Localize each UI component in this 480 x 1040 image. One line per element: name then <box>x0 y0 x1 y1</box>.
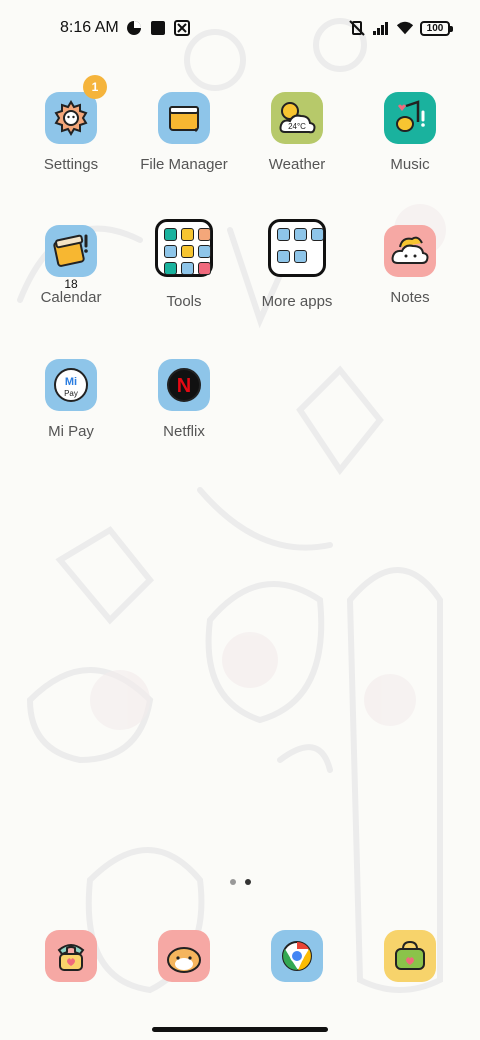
dock-messages[interactable] <box>158 930 210 982</box>
hamster-icon <box>158 930 210 982</box>
mi-pay-icon: Mi Pay <box>45 359 97 411</box>
music-note-icon <box>384 92 436 144</box>
battery-level: 100 <box>426 22 444 34</box>
data-saver-icon <box>125 19 143 37</box>
folder-app-icon <box>164 228 177 241</box>
folder-app-icon <box>198 245 211 258</box>
folder-app-icon <box>164 245 177 258</box>
folder-app-icon <box>198 262 211 275</box>
netflix-logo-text: N <box>177 375 191 397</box>
app-music[interactable]: Music <box>355 92 465 173</box>
app-label: Calendar <box>40 289 102 306</box>
status-bar: 8:16 AM 100 <box>0 0 480 56</box>
app-file-manager[interactable]: File Manager <box>129 92 239 173</box>
folder-label: Tools <box>166 293 202 310</box>
folder-app-icon <box>311 228 324 241</box>
calendar-icon: 18 <box>45 225 97 291</box>
page-dot-active[interactable] <box>244 879 251 885</box>
page-dot[interactable] <box>229 879 236 885</box>
folder-app-icon <box>198 228 211 241</box>
mi-pay-logo-text: Mi <box>65 376 77 388</box>
home-gesture-bar[interactable] <box>152 1027 328 1032</box>
folder-tools-preview <box>155 219 213 277</box>
clock: 8:16 AM <box>60 19 119 36</box>
app-label: Mi Pay <box>48 423 94 440</box>
folder-app-icon <box>277 250 290 263</box>
status-right: 100 <box>348 19 453 37</box>
dock-camera[interactable] <box>384 930 436 982</box>
folder-app-icon <box>181 228 194 241</box>
square-notification-icon <box>149 19 167 37</box>
app-label: Weather <box>268 156 326 173</box>
vibrate-off-icon <box>348 19 366 37</box>
signal-icon <box>372 19 390 37</box>
folder-tools[interactable]: Tools <box>129 219 239 310</box>
folder-more-apps[interactable]: More apps <box>242 219 352 310</box>
folder-app-icon <box>294 250 307 263</box>
folder-app-icon <box>181 245 194 258</box>
weather-temp: 24°C <box>288 122 306 131</box>
gear-icon: 1 <box>45 75 107 144</box>
app-calendar[interactable]: 18 Calendar <box>16 225 126 306</box>
phone-icon <box>45 930 97 982</box>
app-settings[interactable]: 1 Settings <box>16 75 126 173</box>
dock-browser[interactable] <box>271 930 323 982</box>
camera-bag-icon <box>384 930 436 982</box>
folder-app-icon <box>164 262 177 275</box>
app-label: Notes <box>390 289 430 306</box>
app-netflix[interactable]: N Netflix <box>129 359 239 440</box>
wifi-icon <box>396 19 414 37</box>
app-label: Settings <box>43 156 99 173</box>
status-left: 8:16 AM <box>60 19 191 37</box>
shuffle-notification-icon <box>173 19 191 37</box>
sun-cloud-icon: 24°C <box>271 92 323 144</box>
folder-app-icon <box>277 228 290 241</box>
app-mi-pay[interactable]: Mi Pay Mi Pay <box>16 359 126 440</box>
netflix-icon: N <box>158 359 210 411</box>
folder-more-apps-preview <box>268 219 326 277</box>
notification-badge: 1 <box>83 75 107 99</box>
app-label: Netflix <box>163 423 205 440</box>
folder-app-icon <box>294 228 307 241</box>
app-weather[interactable]: 24°C Weather <box>242 92 352 173</box>
app-notes[interactable]: Notes <box>355 225 465 306</box>
app-label: Music <box>390 156 430 173</box>
folder-app-icon <box>181 262 194 275</box>
folder-label: More apps <box>261 293 333 310</box>
folder-icon <box>158 92 210 144</box>
app-label: File Manager <box>140 156 228 173</box>
battery-indicator: 100 <box>420 20 453 36</box>
calendar-date: 18 <box>64 277 78 291</box>
page-indicator[interactable] <box>0 879 480 885</box>
notes-cloud-icon <box>384 225 436 277</box>
mi-pay-logo-sub: Pay <box>64 389 78 398</box>
dock-phone[interactable] <box>45 930 97 982</box>
chrome-icon <box>271 930 323 982</box>
